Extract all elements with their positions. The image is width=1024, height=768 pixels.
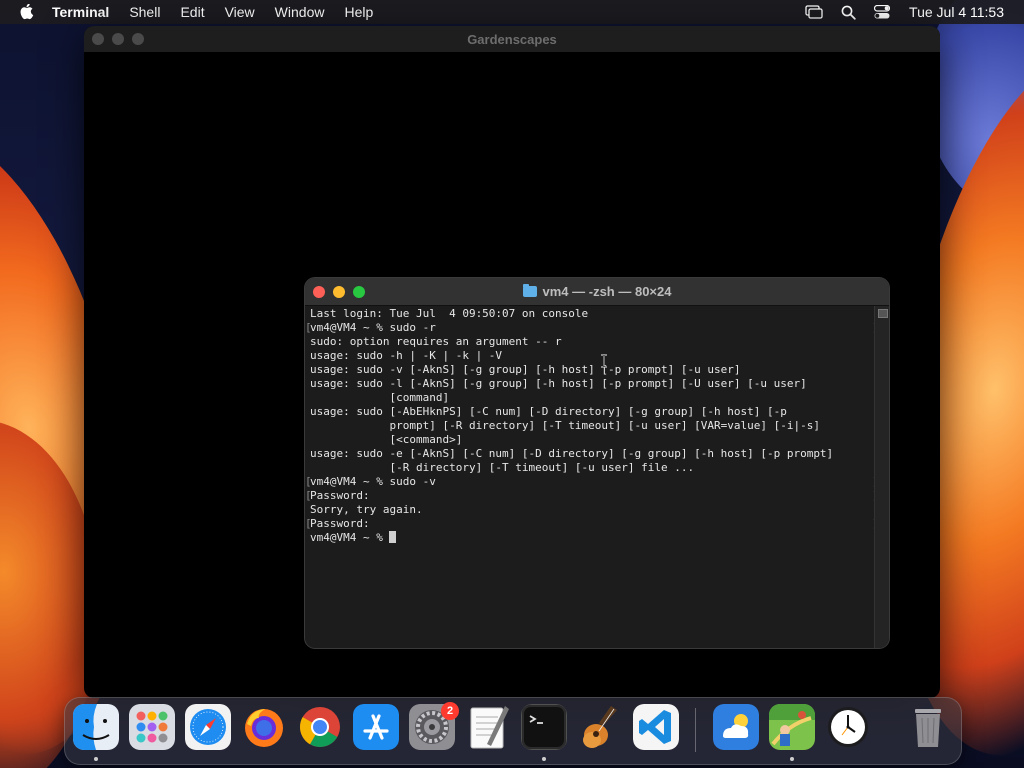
trash-icon[interactable] xyxy=(905,704,951,750)
notification-badge: 2 xyxy=(441,702,459,720)
terminal-line: [command] xyxy=(310,391,450,404)
menu-help[interactable]: Help xyxy=(344,4,373,20)
weather-icon[interactable] xyxy=(713,704,759,750)
finder-icon[interactable] xyxy=(73,704,119,750)
text-cursor xyxy=(389,531,397,543)
menu-view[interactable]: View xyxy=(225,4,255,20)
menu-edit[interactable]: Edit xyxy=(180,4,204,20)
vscode-icon[interactable] xyxy=(633,704,679,750)
safari-icon[interactable] xyxy=(185,704,231,750)
clock-icon[interactable] xyxy=(825,704,871,750)
terminal-line: usage: sudo -h | -K | -k | -V xyxy=(310,349,503,362)
terminal-title: vm4 — -zsh — 80×24 xyxy=(542,284,672,299)
terminal-line: Password: xyxy=(305,489,879,503)
apple-menu-icon[interactable] xyxy=(18,3,36,21)
menu-shell[interactable]: Shell xyxy=(129,4,160,20)
launchpad-icon[interactable] xyxy=(129,704,175,750)
firefox-icon[interactable] xyxy=(241,704,287,750)
terminal-line: [-R directory] [-T timeout] [-u user] fi… xyxy=(310,461,695,474)
terminal-prompt: vm4@VM4 ~ % xyxy=(310,531,390,544)
app-store-icon[interactable] xyxy=(353,704,399,750)
dock: 2 xyxy=(64,697,962,765)
gardenscapes-title-bar[interactable]: Gardenscapes xyxy=(84,26,940,52)
menu-bar-clock[interactable]: Tue Jul 4 11:53 xyxy=(909,4,1004,20)
control-center-icon[interactable] xyxy=(873,4,891,20)
terminal-line: sudo: option requires an argument -- r xyxy=(310,335,562,348)
terminal-line: prompt] [-R directory] [-T timeout] [-u … xyxy=(310,419,820,432)
terminal-window: vm4 — -zsh — 80×24 Last login: Tue Jul 4… xyxy=(305,278,889,648)
spotlight-search-icon[interactable] xyxy=(839,4,857,20)
menu-app-name[interactable]: Terminal xyxy=(52,4,109,20)
terminal-scrollbar[interactable] xyxy=(874,306,889,648)
terminal-line: usage: sudo -v [-AknS] [-g group] [-h ho… xyxy=(310,363,741,376)
terminal-line: usage: sudo -e [-AknS] [-C num] [-D dire… xyxy=(310,447,834,460)
terminal-line: vm4@VM4 ~ % sudo -v xyxy=(305,475,879,489)
terminal-icon[interactable] xyxy=(521,704,567,750)
running-indicator xyxy=(790,757,794,761)
terminal-title-bar[interactable]: vm4 — -zsh — 80×24 xyxy=(305,278,889,306)
terminal-line: vm4@VM4 ~ % sudo -r xyxy=(305,321,879,335)
terminal-line: usage: sudo [-AbEHknPS] [-C num] [-D dir… xyxy=(310,405,787,418)
menu-bar: Terminal Shell Edit View Window Help Tue… xyxy=(0,0,1024,24)
terminal-line: usage: sudo -l [-AknS] [-g group] [-h ho… xyxy=(310,377,807,390)
menu-window[interactable]: Window xyxy=(275,4,325,20)
running-indicator xyxy=(94,757,98,761)
folder-icon xyxy=(522,284,537,297)
dock-separator xyxy=(695,708,696,752)
terminal-output[interactable]: Last login: Tue Jul 4 09:50:07 on consol… xyxy=(305,306,879,648)
terminal-line: Last login: Tue Jul 4 09:50:07 on consol… xyxy=(310,307,589,320)
scrollbar-grip-icon[interactable] xyxy=(878,309,888,318)
terminal-line: [<command>] xyxy=(310,433,463,446)
garageband-icon[interactable] xyxy=(577,704,623,750)
textedit-icon[interactable] xyxy=(465,704,511,750)
terminal-line: Sorry, try again. xyxy=(310,503,423,516)
running-indicator xyxy=(542,757,546,761)
chrome-icon[interactable] xyxy=(297,704,343,750)
terminal-line: Password: xyxy=(305,517,879,531)
gardenscapes-icon[interactable] xyxy=(769,704,815,750)
terminal-prompt-line: vm4@VM4 ~ % xyxy=(310,531,875,545)
screen-mirroring-icon[interactable] xyxy=(805,4,823,20)
ibeam-cursor-icon xyxy=(601,354,607,368)
window-title: Gardenscapes xyxy=(467,31,557,47)
